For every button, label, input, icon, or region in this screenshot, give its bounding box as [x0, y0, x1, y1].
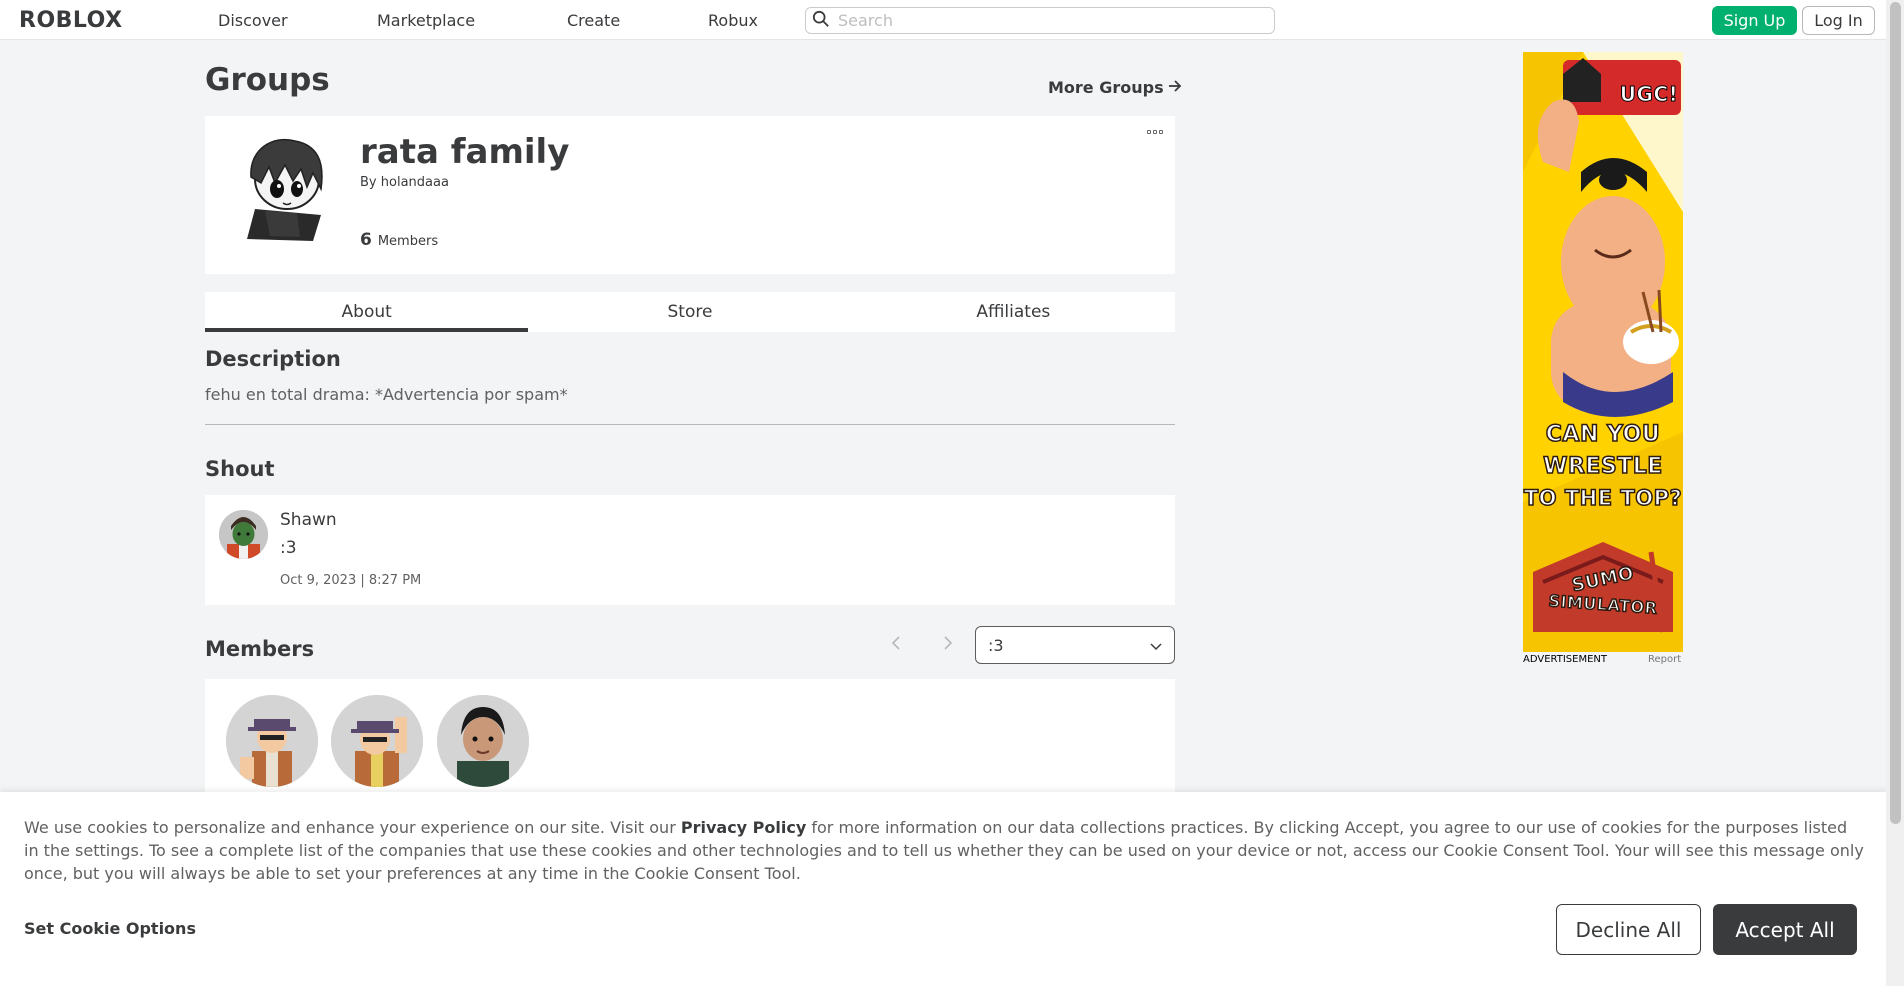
more-groups-label: More Groups	[1048, 78, 1164, 97]
member-count-label: Members	[377, 234, 439, 249]
chevron-left-icon	[891, 635, 901, 654]
ad-headline-3: TO THE TOP?	[1523, 485, 1683, 511]
nav-link-discover[interactable]: Discover	[218, 11, 288, 30]
group-owner-link[interactable]: holandaaa	[381, 175, 449, 190]
tab-about[interactable]: About	[205, 292, 529, 332]
members-list-card	[205, 679, 1175, 799]
ad-headline-1: CAN YOU	[1545, 421, 1661, 448]
by-label: By	[360, 175, 377, 190]
page-title: Groups	[205, 62, 330, 98]
chevron-right-icon	[943, 635, 953, 654]
log-in-button[interactable]: Log In	[1802, 6, 1875, 35]
group-tabs: About Store Affiliates	[205, 292, 1175, 332]
shout-body: :3	[280, 538, 297, 558]
tab-store[interactable]: Store	[528, 292, 851, 332]
advertisement-banner[interactable]: UGC! CAN YOU WRESTLE TO THE TOP? SUMO SI…	[1523, 52, 1683, 652]
shout-author-name[interactable]: Shawn	[280, 510, 337, 530]
member-avatar[interactable]	[226, 695, 318, 787]
roblox-logo[interactable]: ROBLOX	[19, 8, 123, 33]
nav-link-marketplace[interactable]: Marketplace	[377, 11, 475, 30]
description-title: Description	[205, 347, 341, 371]
member-count-value: 6	[360, 230, 372, 250]
set-cookie-options-link[interactable]: Set Cookie Options	[24, 919, 196, 938]
search-input[interactable]	[838, 11, 1258, 30]
member-avatar[interactable]	[331, 695, 423, 787]
members-prev-page-button[interactable]	[886, 632, 906, 656]
role-select-value: :3	[988, 635, 1004, 655]
group-header-card: rata family By holandaaa 6 Members	[205, 116, 1175, 274]
nav-link-robux[interactable]: Robux	[708, 11, 758, 30]
shout-card: Shawn :3 Oct 9, 2023 | 8:27 PM	[205, 495, 1175, 605]
accept-all-button[interactable]: Accept All	[1713, 904, 1857, 955]
scrollbar-thumb[interactable]	[1890, 2, 1901, 824]
search-icon	[812, 10, 830, 32]
cookie-text-pre: We use cookies to personalize and enhanc…	[24, 818, 681, 837]
members-title: Members	[205, 637, 315, 661]
search-box	[805, 7, 1275, 34]
section-divider	[205, 424, 1175, 425]
shout-date: Oct 9, 2023 | 8:27 PM	[280, 573, 422, 588]
cookie-consent-banner: We use cookies to personalize and enhanc…	[0, 792, 1886, 986]
top-navigation-bar: ROBLOX Discover Marketplace Create Robux…	[0, 0, 1886, 40]
ad-headline-2: WRESTLE	[1542, 453, 1663, 480]
group-name: rata family	[360, 132, 570, 172]
page-scrollbar[interactable]	[1886, 0, 1904, 986]
sign-up-button[interactable]: Sign Up	[1712, 6, 1797, 35]
ad-report-link[interactable]: Report	[1648, 654, 1681, 665]
arrow-right-icon	[1168, 78, 1182, 97]
members-next-page-button[interactable]	[938, 632, 958, 656]
decline-all-button[interactable]: Decline All	[1556, 904, 1701, 955]
ad-badge-text: UGC!	[1619, 82, 1679, 107]
description-text: fehu en total drama: *Advertencia por sp…	[205, 385, 568, 404]
group-emblem-image	[225, 131, 340, 246]
role-select-dropdown[interactable]: :3	[975, 626, 1175, 664]
member-count: 6 Members	[360, 230, 438, 250]
group-owner-line: By holandaaa	[360, 175, 449, 190]
chevron-down-icon	[1150, 636, 1162, 655]
shout-title: Shout	[205, 457, 275, 481]
more-options-icon[interactable]	[1147, 130, 1163, 134]
tab-affiliates[interactable]: Affiliates	[852, 292, 1175, 332]
cookie-consent-text: We use cookies to personalize and enhanc…	[24, 816, 1864, 885]
more-groups-link[interactable]: More Groups	[1048, 78, 1182, 97]
privacy-policy-link[interactable]: Privacy Policy	[681, 818, 806, 837]
nav-link-create[interactable]: Create	[567, 11, 620, 30]
member-avatar[interactable]	[437, 695, 529, 787]
shout-author-avatar[interactable]	[219, 510, 268, 559]
advertisement-label: ADVERTISEMENT	[1523, 654, 1608, 665]
